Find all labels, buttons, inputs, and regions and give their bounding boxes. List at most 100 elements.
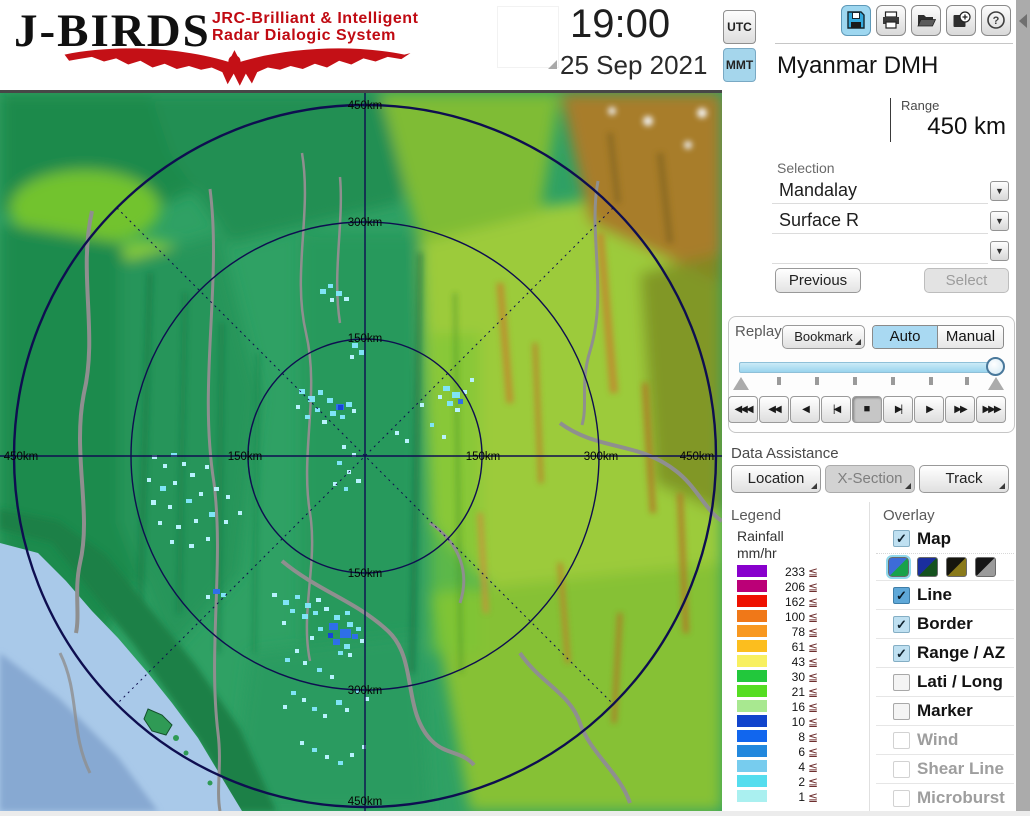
rain-echo <box>443 386 450 391</box>
station-logo-box <box>497 6 559 68</box>
rain-echo <box>442 435 446 439</box>
legend-value: 78 <box>791 625 805 639</box>
fastest-rewind-button[interactable]: ◀◀◀ <box>728 396 758 423</box>
rain-echo <box>206 537 210 541</box>
previous-button[interactable]: Previous <box>775 268 861 293</box>
clock-date: 25 Sep 2021 <box>560 50 708 80</box>
rain-echo <box>213 589 220 594</box>
mmt-button[interactable]: MMT <box>723 48 756 82</box>
rain-echo <box>318 390 323 395</box>
rain-echo <box>305 415 310 419</box>
step-back-button[interactable]: |◀ <box>821 396 851 423</box>
data-assistance-label: Data Assistance <box>731 445 839 462</box>
overlay-option-label: Border <box>917 614 973 633</box>
map-style-swatch-1[interactable] <box>886 555 911 579</box>
overlay-option-label: Marker <box>917 701 973 720</box>
overlay-checkbox-marker[interactable] <box>893 702 910 720</box>
rain-echo <box>295 649 299 653</box>
open-button[interactable] <box>911 5 941 36</box>
rain-echo <box>168 505 172 509</box>
play-button[interactable]: ▶ <box>914 396 944 423</box>
overlay-row: Wind <box>876 725 1014 754</box>
stop-button[interactable]: ■ <box>852 396 882 423</box>
rain-echo <box>405 439 409 443</box>
overlay-label: Overlay <box>883 507 935 524</box>
map-style-swatch-2[interactable] <box>917 557 938 577</box>
overlay-option-label: Map <box>917 528 951 548</box>
option-dropdown[interactable] <box>772 238 988 264</box>
legend-row: 100 ≦ <box>731 609 827 624</box>
replay-slider-handle[interactable] <box>986 357 1005 376</box>
less-equal-symbol: ≦ <box>808 670 819 684</box>
panel-collapse-arrow-icon[interactable] <box>1019 14 1027 28</box>
replay-slider-track[interactable] <box>739 362 1002 373</box>
option-dropdown-arrow[interactable]: ▼ <box>990 241 1009 261</box>
help-button[interactable]: ? <box>981 5 1011 36</box>
utc-button[interactable]: UTC <box>723 10 756 44</box>
printer-icon <box>883 11 899 29</box>
print-button[interactable] <box>876 5 906 36</box>
play-reverse-button[interactable]: ◀ <box>790 396 820 423</box>
overlay-option-label: Lati / Long <box>917 672 1003 691</box>
fast-forward-button[interactable]: ▶▶ <box>945 396 975 423</box>
rain-echo <box>189 544 194 548</box>
overlay-option-label: Range / AZ <box>917 643 1006 662</box>
overlay-checkbox-map[interactable]: ✓ <box>893 530 910 547</box>
overlay-checkbox-border[interactable]: ✓ <box>893 615 910 633</box>
rain-echo <box>348 653 352 657</box>
overlay-checkbox-range-az[interactable]: ✓ <box>893 644 910 662</box>
track-button[interactable]: Track <box>919 465 1009 493</box>
location-button[interactable]: Location <box>731 465 821 493</box>
rain-echo <box>163 464 167 468</box>
slider-range-start-marker[interactable] <box>733 377 749 390</box>
legend-value: 43 <box>791 655 805 669</box>
overlay-options: ✓ Map ✓ Line ✓ Border ✓ Range / AZ Lati / Long Ma… <box>876 524 1014 811</box>
rain-echo <box>206 595 210 599</box>
site-dropdown[interactable]: Mandalay <box>772 178 988 204</box>
station-title: Myanmar DMH <box>777 52 939 79</box>
save-icon <box>847 11 865 29</box>
rain-echo <box>317 668 322 672</box>
save-button[interactable] <box>841 5 871 36</box>
overlay-checkbox-wind <box>893 731 910 749</box>
rain-echo <box>344 487 348 491</box>
rain-echo <box>320 289 326 294</box>
product-dropdown[interactable]: Surface R <box>772 208 988 234</box>
fast-rewind-button[interactable]: ◀◀ <box>759 396 789 423</box>
rain-echo <box>330 675 334 679</box>
radar-map[interactable]: 450km 300km 150km 150km 300km 450km 450km 150km… <box>0 93 724 812</box>
help-icon: ? <box>987 11 1005 29</box>
site-dropdown-arrow[interactable]: ▼ <box>990 181 1009 201</box>
legend-row: 78 ≦ <box>731 624 827 639</box>
rain-echo <box>176 525 181 529</box>
rain-echo <box>346 402 352 407</box>
fastest-forward-button[interactable]: ▶▶▶ <box>976 396 1006 423</box>
auto-mode-button[interactable]: Auto <box>873 326 938 348</box>
legend-color-swatch <box>737 670 767 682</box>
map-style-swatch-3[interactable] <box>946 557 967 577</box>
step-forward-button[interactable]: ▶| <box>883 396 913 423</box>
snapshot-button[interactable] <box>946 5 976 36</box>
overlay-checkbox-lati-long[interactable] <box>893 673 910 691</box>
legend-color-swatch <box>737 610 767 622</box>
rain-echo <box>350 355 354 359</box>
rain-echo <box>329 623 338 630</box>
overlay-row: ✓ Line <box>876 580 1014 609</box>
legend-overlay-divider <box>869 502 870 811</box>
xsection-button[interactable]: X-Section <box>825 465 915 493</box>
map-style-swatch-4[interactable] <box>975 557 996 577</box>
rain-echo <box>327 398 333 403</box>
legend-value: 10 <box>791 715 805 729</box>
rain-echo <box>296 405 300 409</box>
product-dropdown-arrow[interactable]: ▼ <box>990 211 1009 231</box>
legend-row: 206 ≦ <box>731 579 827 594</box>
folder-open-icon <box>917 15 936 27</box>
rain-echo <box>158 521 162 525</box>
overlay-checkbox-line[interactable]: ✓ <box>893 586 910 604</box>
bookmark-button[interactable]: Bookmark <box>782 325 865 349</box>
slider-range-end-marker[interactable] <box>988 377 1004 390</box>
selection-label: Selection <box>777 160 835 176</box>
slider-tick <box>815 377 819 385</box>
manual-mode-button[interactable]: Manual <box>938 326 1003 348</box>
resize-grip-icon[interactable] <box>548 60 557 69</box>
